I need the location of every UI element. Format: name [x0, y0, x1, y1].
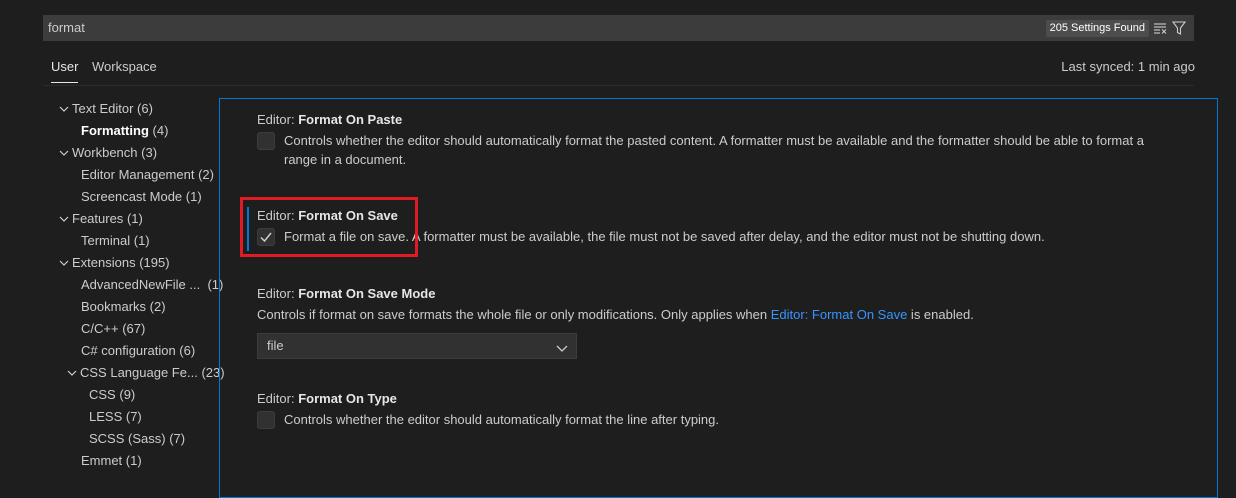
- toc-label: Screencast Mode: [81, 189, 183, 204]
- toc-count: (2): [149, 299, 166, 314]
- last-synced-status: Last synced: 1 min ago: [1061, 59, 1195, 74]
- toc-count: (9): [119, 387, 136, 402]
- toc-label: CSS: [89, 387, 116, 402]
- toc-label: AdvancedNewFile ...: [81, 277, 201, 292]
- toc-item-terminal[interactable]: Terminal (1): [81, 230, 150, 252]
- setting-title: Editor: Format On Type: [257, 390, 397, 408]
- settings-search-input[interactable]: [48, 16, 1028, 40]
- toc-item-workbench[interactable]: Workbench (3): [56, 142, 157, 164]
- setting-description: Controls whether the editor should autom…: [284, 131, 1194, 169]
- chevron-down-icon: [556, 342, 568, 357]
- toc-count: (6): [137, 101, 153, 116]
- toc-label: SCSS (Sass): [89, 431, 166, 446]
- format-on-save-link[interactable]: Editor: Format On Save: [771, 307, 908, 322]
- toc-count: (1): [126, 211, 143, 226]
- toc-item-features[interactable]: Features (1): [56, 208, 143, 230]
- toc-item-advancednewfile[interactable]: AdvancedNewFile ... (1): [81, 274, 223, 296]
- results-count-badge: 205 Settings Found: [1045, 20, 1149, 37]
- toc-item-css-language-features[interactable]: CSS Language Fe... (23): [64, 362, 225, 384]
- toc-item-extensions[interactable]: Extensions (195): [56, 252, 170, 274]
- tab-user[interactable]: User: [51, 56, 79, 83]
- toc-item-bookmarks[interactable]: Bookmarks (2): [81, 296, 166, 318]
- setting-name: Format On Type: [298, 391, 397, 406]
- format-on-save-mode-dropdown[interactable]: file: [257, 333, 577, 359]
- setting-name: Format On Save Mode: [298, 286, 436, 301]
- toc-label: C# configuration: [81, 343, 176, 358]
- setting-format-on-type: Editor: Format On Type: [257, 390, 397, 408]
- toc-label: Formatting: [81, 123, 149, 138]
- toc-item-formatting[interactable]: Formatting (4): [81, 120, 168, 142]
- description-text: is enabled.: [907, 307, 974, 322]
- toc-label: CSS Language Fe...: [80, 365, 198, 380]
- setting-format-on-save: Editor: Format On Save: [257, 207, 398, 225]
- setting-category: Editor:: [257, 286, 299, 301]
- check-icon: [260, 232, 272, 243]
- toc-item-scss[interactable]: SCSS (Sass) (7): [89, 428, 185, 450]
- toc-count: (3): [141, 145, 158, 160]
- toc-count: (1): [185, 189, 202, 204]
- chevron-down-icon: [56, 208, 72, 230]
- toc-label: Bookmarks: [81, 299, 147, 314]
- toc-count: (1): [133, 233, 150, 248]
- toc-label: Emmet: [81, 453, 123, 468]
- chevron-down-icon: [56, 98, 72, 120]
- toc-count: (2): [198, 167, 214, 182]
- toc-item-less[interactable]: LESS (7): [89, 406, 142, 428]
- toc-label: Extensions: [72, 255, 136, 270]
- focus-indicator: [247, 207, 249, 251]
- clear-filter-icon[interactable]: [1153, 21, 1167, 35]
- chevron-down-icon: [56, 142, 72, 164]
- toc-count: (7): [125, 409, 142, 424]
- setting-category: Editor:: [257, 208, 299, 223]
- toc-count: (195): [139, 255, 170, 270]
- toc-count: (4): [152, 123, 169, 138]
- description-text: Controls if format on save formats the w…: [257, 307, 771, 322]
- setting-description: Controls if format on save formats the w…: [257, 305, 1197, 324]
- description-line: Controls whether the editor should autom…: [284, 133, 1144, 148]
- toc-count: (67): [122, 321, 146, 336]
- description-line: range in a document.: [284, 152, 407, 167]
- tabs-divider: [43, 85, 1194, 86]
- chevron-down-icon: [64, 362, 80, 384]
- toc-label: LESS: [89, 409, 123, 424]
- setting-category: Editor:: [257, 112, 299, 127]
- toc-item-editor-management[interactable]: Editor Management (2): [81, 164, 214, 186]
- setting-format-on-save-mode: Editor: Format On Save Mode: [257, 285, 435, 303]
- toc-count: (6): [179, 343, 196, 358]
- dropdown-value: file: [267, 338, 284, 353]
- toc-label: Workbench: [72, 145, 138, 160]
- chevron-down-icon: [56, 252, 72, 274]
- format-on-paste-checkbox[interactable]: [257, 132, 275, 150]
- settings-search-bar[interactable]: 205 Settings Found: [43, 15, 1194, 41]
- setting-title: Editor: Format On Save Mode: [257, 285, 435, 303]
- toc-label: Text Editor: [72, 101, 134, 116]
- setting-category: Editor:: [257, 391, 299, 406]
- setting-name: Format On Save: [298, 208, 398, 223]
- toc-label: Terminal: [81, 233, 131, 248]
- toc-label: C/C++: [81, 321, 119, 336]
- settings-list-panel: Editor: Format On Paste Controls whether…: [219, 98, 1218, 498]
- setting-description: Controls whether the editor should autom…: [284, 412, 720, 427]
- toc-item-cpp[interactable]: C/C++ (67): [81, 318, 145, 340]
- toc-item-text-editor[interactable]: Text Editor (6): [56, 98, 153, 120]
- toc-item-csharp-configuration[interactable]: C# configuration (6): [81, 340, 195, 362]
- tab-workspace[interactable]: Workspace: [92, 56, 157, 82]
- toc-label: Features: [72, 211, 124, 226]
- format-on-type-checkbox[interactable]: [257, 411, 275, 429]
- toc-item-css[interactable]: CSS (9): [89, 384, 135, 406]
- setting-format-on-paste: Editor: Format On Paste: [257, 111, 402, 129]
- setting-name: Format On Paste: [298, 112, 403, 127]
- toc-item-screencast-mode[interactable]: Screencast Mode (1): [81, 186, 202, 208]
- setting-description: Format a file on save. A formatter must …: [284, 229, 1045, 244]
- toc-label: Editor Management: [81, 167, 195, 182]
- toc-count: (1): [125, 453, 142, 468]
- setting-title: Editor: Format On Save: [257, 207, 398, 225]
- toc-item-emmet[interactable]: Emmet (1): [81, 450, 142, 472]
- setting-title: Editor: Format On Paste: [257, 111, 402, 129]
- format-on-save-checkbox[interactable]: [257, 228, 275, 246]
- filter-icon[interactable]: [1171, 20, 1187, 36]
- toc-count: (7): [169, 431, 186, 446]
